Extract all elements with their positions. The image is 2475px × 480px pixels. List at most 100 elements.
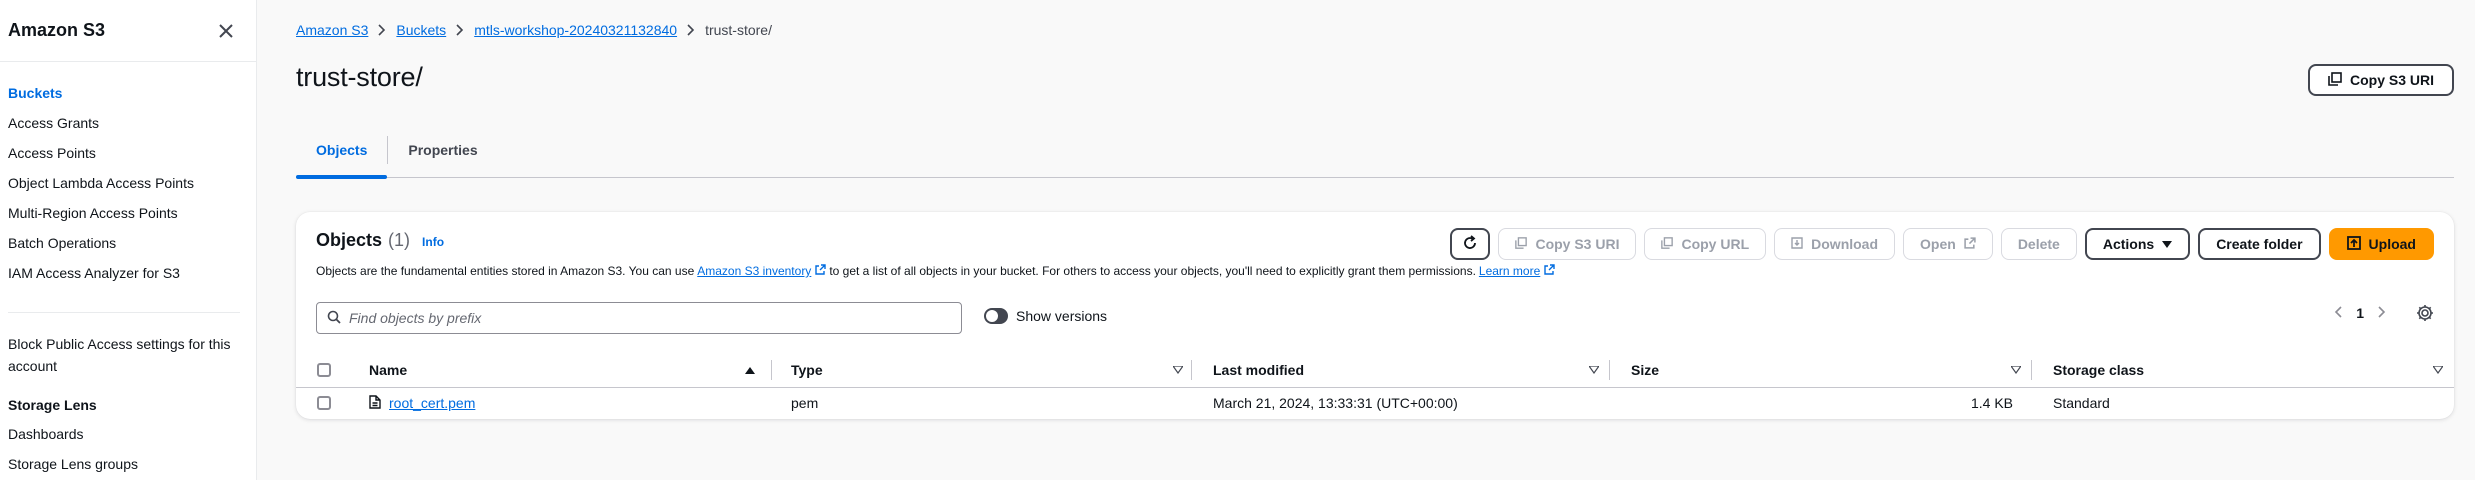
objects-panel-title: Objects [316,230,383,250]
breadcrumb-current: trust-store/ [705,22,772,38]
upload-icon [2346,235,2361,253]
search-field [316,302,962,334]
select-all-checkbox-cell [317,352,331,387]
sidebar-section-storage-lens: Storage Lens [8,397,97,413]
page-title: trust-store/ [296,62,423,92]
tab-bar: Objects Properties [296,122,2454,179]
column-header-type[interactable]: Type [791,352,823,387]
search-icon [327,310,341,327]
sort-ascending-icon[interactable] [745,366,755,374]
actions-label: Actions [2102,236,2155,252]
breadcrumb-buckets[interactable]: Buckets [396,22,446,38]
row-size: 1.4 KB [1970,395,2013,411]
column-separator[interactable] [1191,360,1192,380]
sort-icon[interactable] [2011,366,2021,374]
copy-icon [2328,71,2342,89]
object-link[interactable]: root_cert.pem [369,394,475,412]
sidebar-title: Amazon S3 [8,20,106,40]
tab-objects[interactable]: Objects [296,122,388,179]
column-separator[interactable] [1609,360,1610,380]
sidebar-item-block-public-access[interactable]: Block Public Access settings for this ac… [0,333,256,377]
column-header-storage-class[interactable]: Storage class [2053,352,2144,387]
chevron-right-icon [378,24,386,36]
copy-url-button[interactable]: Copy URL [1644,228,1767,260]
objects-actions: Copy S3 URI Copy URL Download Open Delet… [1450,228,2434,260]
open-label: Open [1920,236,1956,252]
column-header-last-modified[interactable]: Last modified [1213,352,1304,387]
sidebar-divider [8,312,240,313]
create-folder-label: Create folder [2216,236,2303,252]
breadcrumb-amazon-s3[interactable]: Amazon S3 [296,22,368,38]
sidebar-item-object-lambda-access-points[interactable]: Object Lambda Access Points [0,168,256,198]
sidebar-nav-list: Buckets Access Grants Access Points Obje… [0,62,256,288]
copy-url-label: Copy URL [1681,236,1750,252]
info-link[interactable]: Info [422,235,444,249]
copy-s3-uri-button[interactable]: Copy S3 URI [2307,64,2454,96]
sidebar-item-batch-operations[interactable]: Batch Operations [0,228,256,258]
select-all-checkbox[interactable] [317,362,331,377]
create-folder-button[interactable]: Create folder [2198,228,2321,260]
caret-down-icon [2162,236,2173,252]
side-navigation: Amazon S3 Buckets Access Grants Access P… [0,0,257,480]
chevron-right-icon[interactable] [2378,305,2386,321]
file-icon [369,394,381,412]
chevron-right-icon [687,24,695,36]
chevron-left-icon[interactable] [2334,305,2342,321]
column-header-name[interactable]: Name [369,352,407,387]
sidebar-item-access-grants[interactable]: Access Grants [0,108,256,138]
breadcrumb-bucket-name[interactable]: mtls-workshop-20240321132840 [474,22,677,38]
objects-count: (1) [388,230,411,250]
main-content: Amazon S3 Buckets mtls-workshop-20240321… [258,0,2475,480]
upload-button[interactable]: Upload [2328,228,2434,260]
sidebar-header: Amazon S3 [0,0,256,62]
sidebar-item-iam-access-analyzer[interactable]: IAM Access Analyzer for S3 [0,258,256,288]
delete-label: Delete [2017,236,2060,252]
column-header-size[interactable]: Size [1631,352,1659,387]
row-checkbox-cell [317,388,331,418]
sidebar-item-access-points[interactable]: Access Points [0,138,256,168]
refresh-button[interactable] [1450,228,1491,260]
row-type: pem [791,395,819,411]
column-separator[interactable] [771,360,772,380]
external-link-icon [815,264,827,278]
tab-properties[interactable]: Properties [388,122,497,178]
objects-panel: Objects (1) Info Objects are the fundame… [296,212,2454,419]
objects-description: Objects are the fundamental entities sto… [316,264,1558,278]
learn-more-link[interactable]: Learn more [1479,264,1555,278]
row-storage-class: Standard [2053,395,2110,411]
upload-label: Upload [2368,236,2416,252]
table-row[interactable]: root_cert.pem pem March 21, 2024, 13:33:… [296,388,2454,418]
inventory-link-label: Amazon S3 inventory [697,264,812,278]
close-icon[interactable] [216,21,236,41]
column-separator[interactable] [2031,360,2032,380]
sidebar-item-multi-region-access-points[interactable]: Multi-Region Access Points [0,198,256,228]
open-button[interactable]: Open [1903,228,1993,260]
download-icon [1791,236,1803,252]
copy-s3-uri-disabled-button[interactable]: Copy S3 URI [1498,228,1637,260]
gear-icon[interactable] [2416,304,2434,322]
search-input[interactable] [349,310,929,326]
sidebar-item-storage-lens-groups[interactable]: Storage Lens groups [0,449,256,479]
row-last-modified: March 21, 2024, 13:33:31 (UTC+00:00) [1213,395,1458,411]
show-versions-toggle[interactable] [984,308,1008,324]
sidebar-item-buckets[interactable]: Buckets [0,78,256,108]
learn-more-label: Learn more [1478,264,1541,278]
download-button[interactable]: Download [1774,228,1896,260]
copy-icon [1515,236,1528,252]
sort-icon[interactable] [1589,366,1599,374]
sort-icon[interactable] [1173,366,1183,374]
sort-icon[interactable] [2433,366,2443,374]
pagination: 1 [2334,304,2434,322]
show-versions-label: Show versions [1016,308,1108,324]
sidebar-item-dashboards[interactable]: Dashboards [0,419,256,449]
copy-s3-uri-label: Copy S3 URI [1535,236,1620,252]
delete-button[interactable]: Delete [2000,228,2077,260]
inventory-link[interactable]: Amazon S3 inventory [697,264,827,278]
actions-dropdown[interactable]: Actions [2084,228,2191,260]
external-link-icon [1964,236,1976,252]
table-header: Name Type Last modified Size Storage cla… [296,352,2454,388]
external-link-icon [1544,264,1555,278]
page-number[interactable]: 1 [2356,305,2364,321]
row-checkbox[interactable] [317,396,331,410]
breadcrumb: Amazon S3 Buckets mtls-workshop-20240321… [296,22,772,38]
